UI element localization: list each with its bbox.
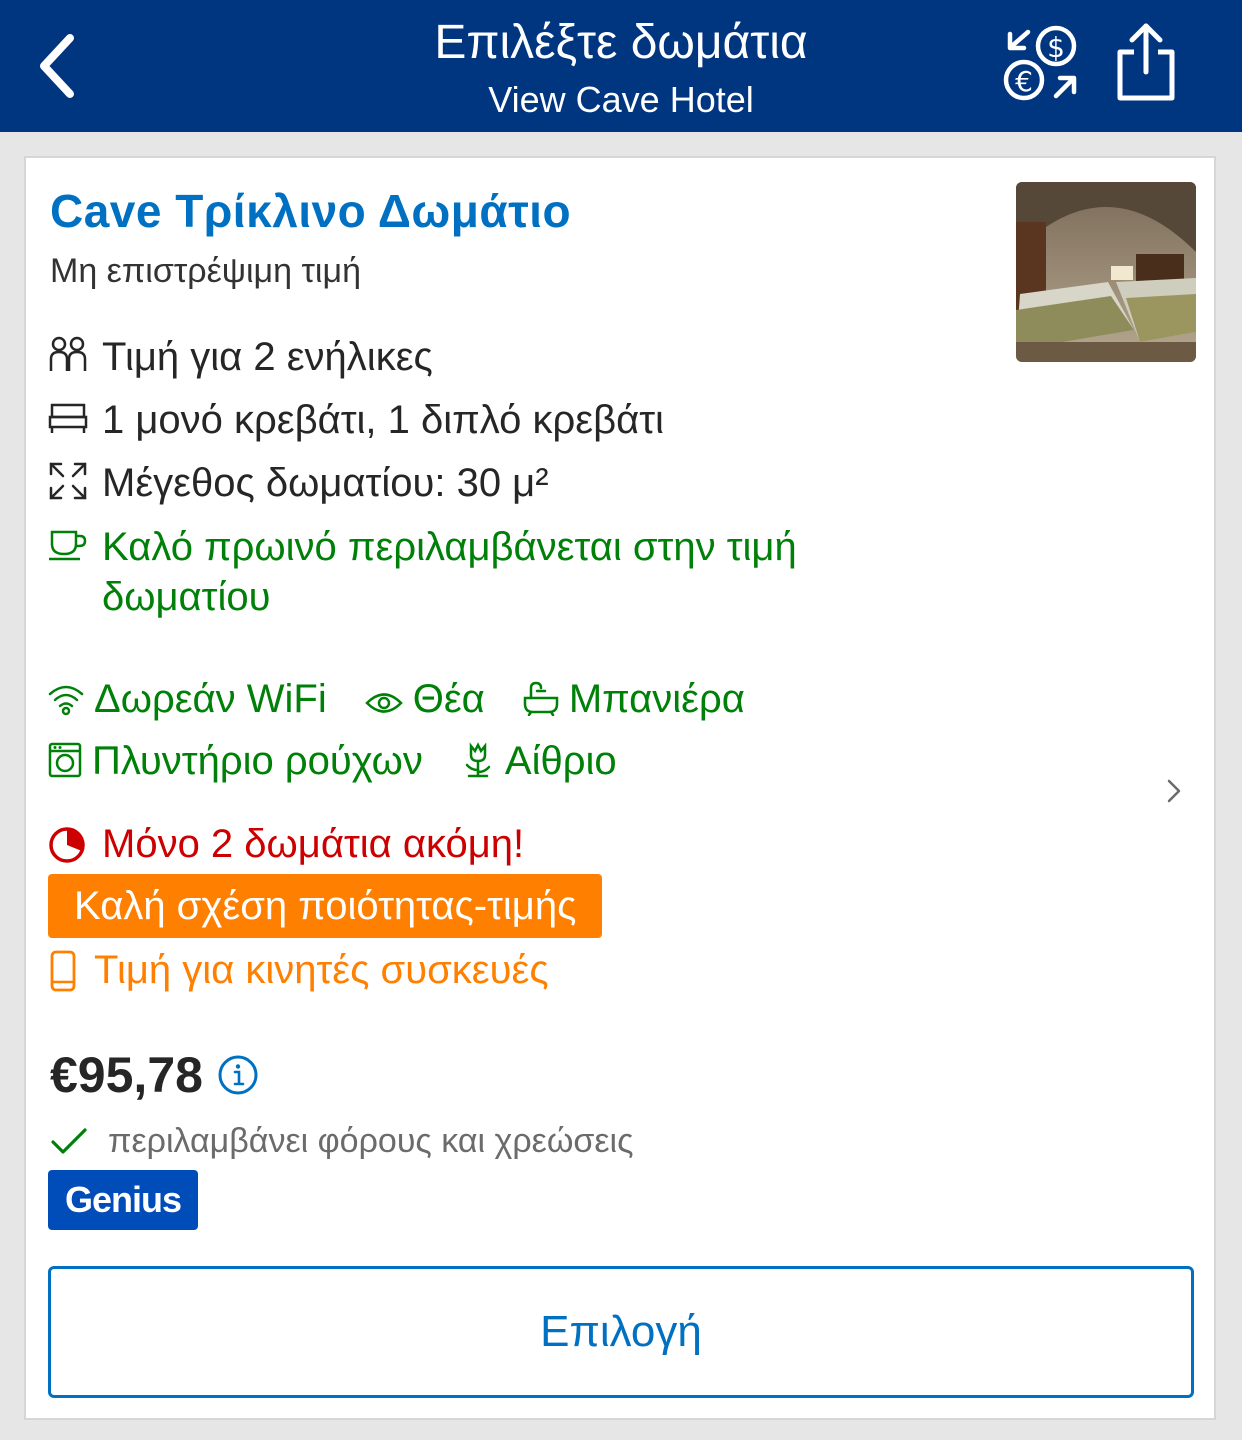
top-navigation-bar: Επιλέξτε δωμάτια View Cave Hotel $ € [0,0,1242,132]
beds-text: 1 μονό κρεβάτι, 1 διπλό κρεβάτι [102,398,664,442]
breakfast-row: Καλό πρωινό περιλαμβάνεται στην τιμή δωμ… [48,522,802,622]
bed-icon [48,403,88,433]
share-button[interactable] [1112,20,1180,104]
facility-bathtub: Μπανιέρα [523,668,745,730]
svg-text:$: $ [1047,31,1065,64]
flower-icon [465,742,491,778]
bathtub-icon [523,681,559,717]
room-size-text: Μέγεθος δωματίου: 30 μ² [102,461,549,505]
facility-patio: Αίθριο [461,730,617,792]
price-value: €95,78 [50,1047,203,1103]
availability-text: Μόνο 2 δωμάτια ακόμη! [102,822,525,866]
currency-exchange-icon: $ € [1003,25,1077,101]
taxes-note: περιλαμβάνει φόρους και χρεώσεις [50,1122,633,1161]
beds-row: 1 μονό κρεβάτι, 1 διπλό κρεβάτι [48,395,664,445]
room-photo[interactable] [1016,182,1196,362]
price-row: €95,78 [50,1046,259,1104]
facility-washing-machine: Πλυντήριο ρούχων [48,730,423,792]
taxes-text: περιλαμβάνει φόρους και χρεώσεις [108,1122,634,1160]
refund-policy: Μη επιστρέψιμη τιμή [50,252,361,290]
facilities-list: Δωρεάν WiFi Θέα Μπανιέρα Πλυντήριο ρούχων Αί… [48,668,1128,792]
pie-clock-icon [49,826,85,863]
genius-badge: Genius [48,1170,198,1230]
currency-switch-button[interactable]: $ € [1000,22,1084,106]
facility-wifi: Δωρεάν WiFi [48,668,327,730]
expand-icon [49,462,87,500]
facility-view: Θέα [364,668,485,730]
share-icon [1117,23,1175,101]
mobile-price-text: Τιμή για κινητές συσκευές [94,948,549,992]
availability-warning: Μόνο 2 δωμάτια ακόμη! [48,822,524,867]
room-card: Cave Τρίκλινο Δωμάτιο Μη επιστρέψιμη τιμ… [24,156,1216,1420]
washing-machine-icon [48,742,82,778]
occupancy-row: Τιμή για 2 ενήλικες [48,332,433,382]
occupancy-text: Τιμή για 2 ενήλικες [102,335,433,379]
coffee-cup-icon [49,530,87,561]
select-button[interactable]: Επιλογή [48,1266,1194,1398]
chevron-right-icon [1167,779,1181,803]
mobile-price-note: Τιμή για κινητές συσκευές [50,948,549,993]
info-icon[interactable] [217,1054,259,1096]
facilities-more-button[interactable] [1164,776,1184,806]
checkmark-icon [51,1127,87,1154]
eye-icon [364,693,403,713]
value-badge: Καλή σχέση ποιότητας-τιμής [48,874,603,938]
breakfast-text: Καλό πρωινό περιλαμβάνεται στην τιμή δωμ… [102,525,797,619]
room-size-row: Μέγεθος δωματίου: 30 μ² [48,458,549,508]
mobile-phone-icon [50,950,76,991]
wifi-icon [48,685,84,716]
svg-text:€: € [1015,65,1033,98]
room-name[interactable]: Cave Τρίκλινο Δωμάτιο [50,184,571,238]
people-icon [49,336,87,371]
